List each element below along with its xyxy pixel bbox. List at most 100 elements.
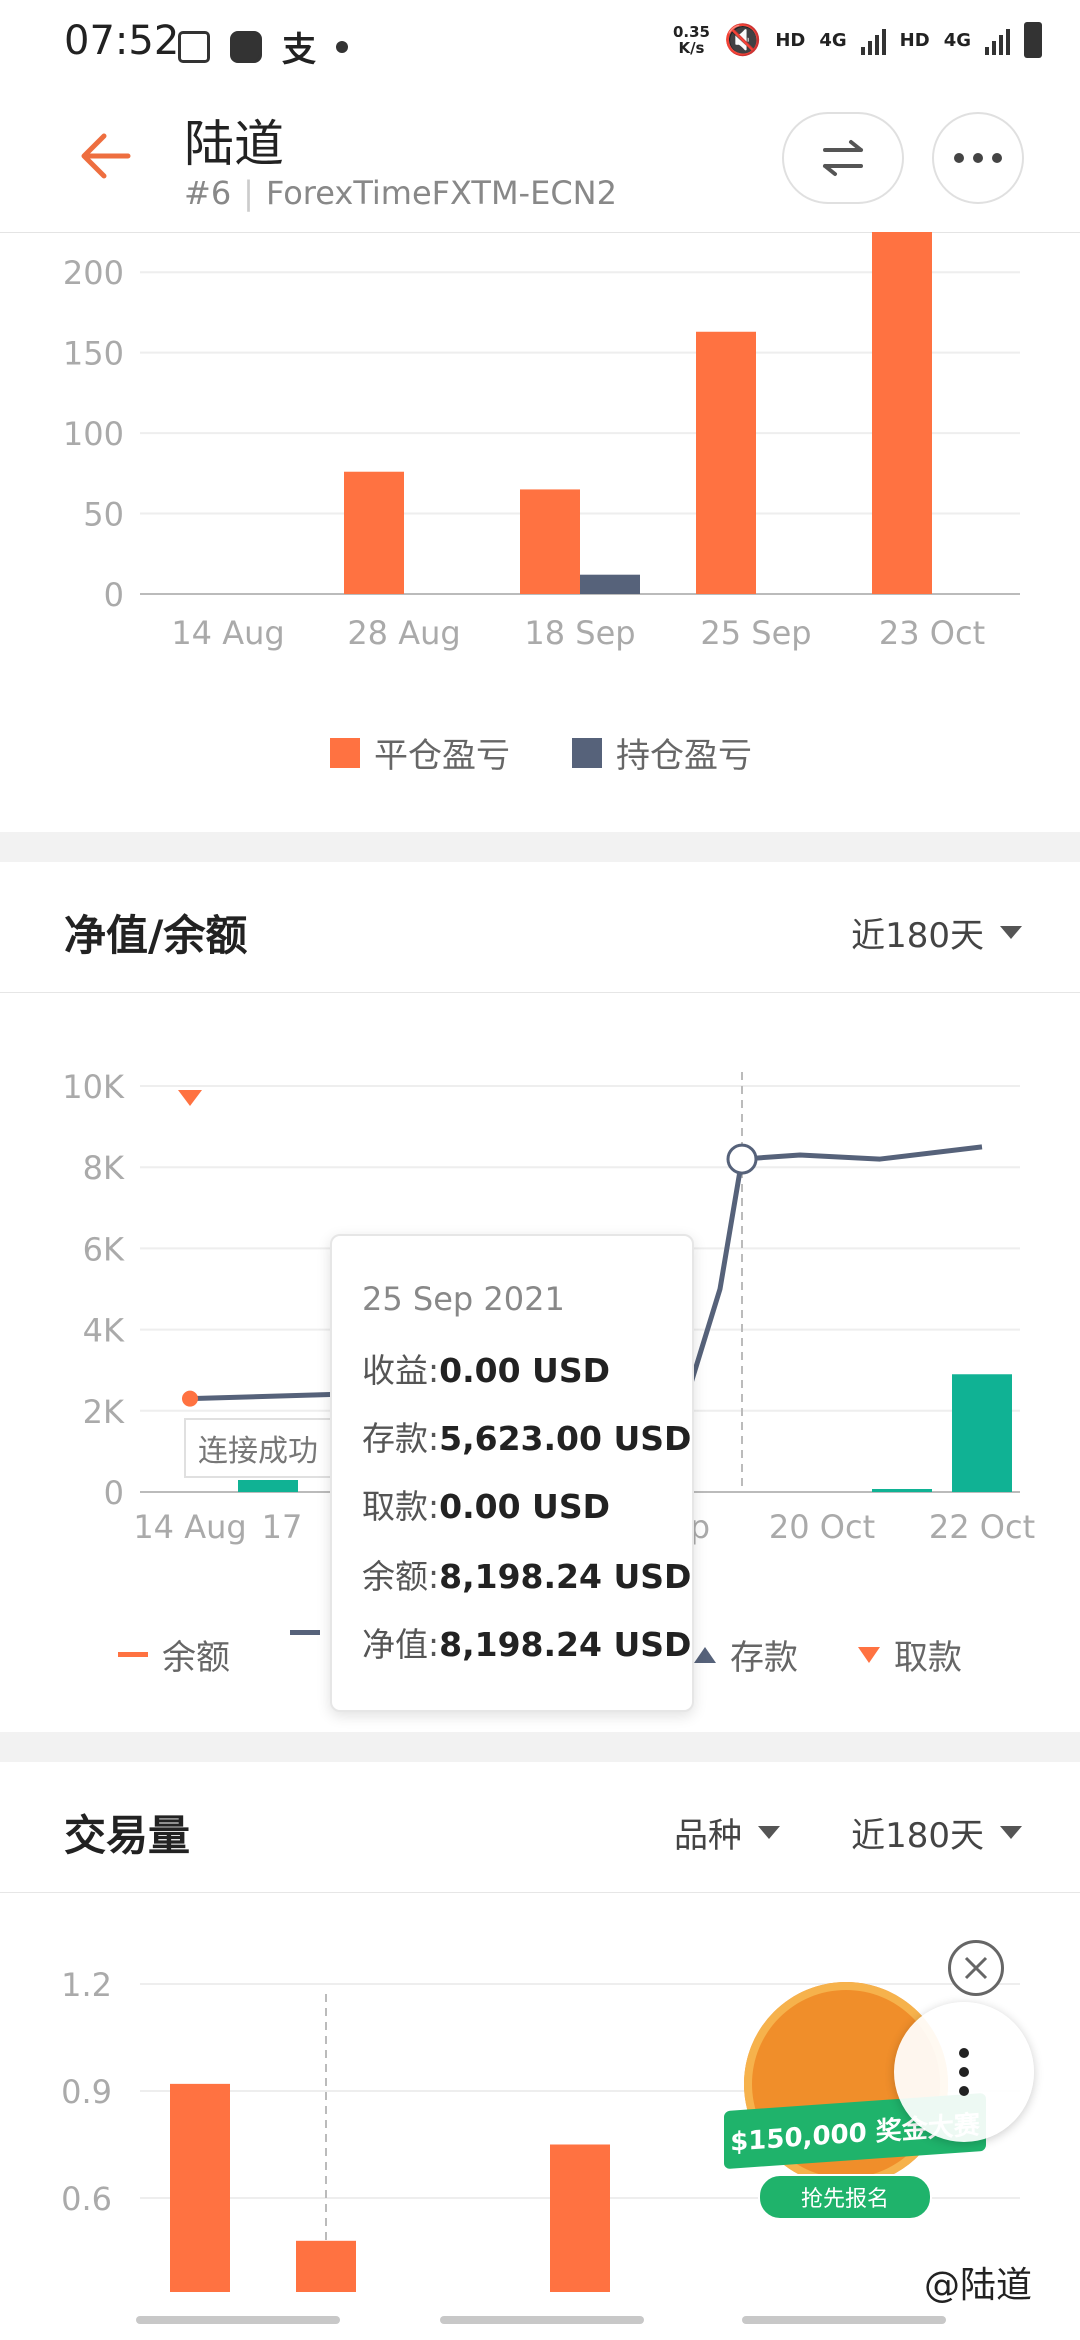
- x-tick-label: 14 Aug: [171, 614, 284, 652]
- closed-pnl-swatch: [330, 737, 360, 768]
- status-bar: 07:52 支 0.35 K/s 🔇 HD 4G HD 4G: [0, 0, 1080, 84]
- highlight-point: [726, 1143, 758, 1175]
- balance-swatch: [118, 1652, 148, 1657]
- nav-indicator: [742, 2316, 946, 2324]
- closed-pnl-bar: [696, 331, 756, 594]
- x-tick-label: 25 Sep: [700, 614, 811, 652]
- section-divider: [0, 832, 1080, 862]
- more-button[interactable]: [932, 112, 1024, 204]
- x-tick-label: 17: [262, 1508, 303, 1546]
- hd-label: HD: [775, 29, 806, 51]
- equity-title: 净值/余额: [64, 911, 248, 960]
- volume-bar: [170, 2083, 230, 2292]
- closed-pnl-bar: [872, 232, 932, 594]
- volume-range-dropdown[interactable]: 近180天: [851, 1808, 1022, 1857]
- signal-icon: [860, 25, 886, 55]
- signal-icon-2: [985, 25, 1010, 55]
- 4g-label-2: 4G: [943, 29, 971, 51]
- pnl-bar-chart: 0 50 100 150 200 14 Aug 28 Aug 18 Sep 25 Sep 23 O…: [63, 232, 1020, 652]
- hd-label-2: HD: [899, 29, 930, 51]
- page-title: 陆道: [184, 115, 284, 173]
- y-tick-label: 150: [63, 335, 124, 373]
- volume-bar: [296, 2240, 356, 2292]
- tooltip-label: 收益:: [362, 1351, 440, 1390]
- app-icon: [230, 30, 262, 63]
- y-tick-label: 0: [104, 576, 124, 614]
- closed-pnl-bar: [344, 471, 404, 594]
- section-divider: [0, 1732, 1080, 1762]
- y-tick-label: 6K: [83, 1230, 125, 1268]
- y-tick-label: 0.3: [61, 2287, 112, 2292]
- tooltip-row-profit: 收益:0.00 USD: [362, 1344, 610, 1392]
- tooltip-value: 5,623.00 USD: [439, 1419, 692, 1458]
- closed-pnl-label: 平仓盈亏: [374, 736, 510, 776]
- open-pnl-bar: [580, 574, 640, 594]
- deposit-label: 存款: [730, 1638, 798, 1678]
- chevron-down-icon: [1000, 1826, 1022, 1839]
- y-tick-label: 0.6: [61, 2180, 112, 2218]
- y-tick-label: 10K: [62, 1068, 125, 1106]
- nav-indicator: [136, 2316, 340, 2324]
- x-tick-label: 20 Oct: [769, 1508, 875, 1546]
- deposit-bar: [238, 1480, 298, 1492]
- equity-range-dropdown[interactable]: 近180天: [851, 908, 1022, 957]
- mute-icon: 🔇: [723, 22, 762, 58]
- equity-range-label: 近180天: [851, 916, 984, 956]
- y-tick-label: 2K: [83, 1393, 125, 1431]
- legend-balance[interactable]: 余额: [118, 1630, 230, 1679]
- app-header: 陆道 #6 | ForexTimeFXTM-ECN2: [0, 84, 1080, 233]
- floating-menu-button[interactable]: [894, 2002, 1034, 2142]
- tooltip-row-balance: 余额:8,198.24 USD: [362, 1550, 691, 1598]
- deposit-bar: [872, 1489, 932, 1492]
- back-arrow-icon: [81, 133, 131, 179]
- closed-pnl-bar: [520, 489, 580, 594]
- watermark: @陆道: [924, 2265, 1033, 2306]
- tooltip-label: 余额:: [362, 1557, 440, 1596]
- tooltip-value: 8,198.24 USD: [439, 1625, 692, 1664]
- y-tick-label: 0.9: [61, 2073, 112, 2111]
- tooltip-row-withdraw: 取款:0.00 USD: [362, 1480, 610, 1528]
- balance-label: 余额: [162, 1638, 230, 1678]
- gallery-icon: [178, 30, 210, 63]
- balance-point: [182, 1390, 198, 1407]
- back-button[interactable]: [78, 128, 134, 184]
- legend-open-pnl[interactable]: 持仓盈亏: [572, 728, 752, 777]
- withdraw-label: 取款: [894, 1638, 962, 1678]
- volume-title: 交易量: [64, 1811, 191, 1860]
- deposit-triangle-icon: [694, 1646, 716, 1663]
- account-subtitle: #6 | ForexTimeFXTM-ECN2: [184, 174, 617, 212]
- equity-swatch: [290, 1630, 320, 1635]
- tooltip-value: 0.00 USD: [439, 1487, 610, 1526]
- notification-icons: 支: [178, 22, 348, 71]
- broker-label: ForexTimeFXTM-ECN2: [265, 174, 617, 212]
- promo-signup-button[interactable]: 抢先报名: [758, 2174, 932, 2220]
- volume-section-header: 交易量 品种 近180天: [0, 1762, 1080, 1893]
- 4g-label: 4G: [819, 29, 847, 51]
- x-tick-label: 28 Aug: [347, 614, 460, 652]
- more-dot-icon: [336, 40, 348, 53]
- tooltip-value: 0.00 USD: [439, 1351, 610, 1390]
- symbol-filter-dropdown[interactable]: 品种: [674, 1808, 780, 1857]
- nav-indicator: [440, 2316, 644, 2324]
- legend-closed-pnl[interactable]: 平仓盈亏: [330, 728, 510, 777]
- chart-tooltip: 25 Sep 2021 收益:0.00 USD 存款:5,623.00 USD …: [330, 1234, 694, 1712]
- symbol-filter-label: 品种: [674, 1816, 742, 1856]
- more-dots-icon: [954, 153, 1002, 163]
- y-tick-label: 1.2: [61, 1966, 112, 2004]
- legend-deposit[interactable]: 存款: [694, 1630, 798, 1679]
- volume-bar: [550, 2144, 610, 2292]
- tooltip-row-deposit: 存款:5,623.00 USD: [362, 1412, 691, 1460]
- x-tick-label: 23 Oct: [879, 614, 985, 652]
- legend-equity[interactable]: [290, 1630, 320, 1635]
- system-icons: 0.35 K/s 🔇 HD 4G HD 4G: [673, 22, 1042, 58]
- battery-icon: [1024, 22, 1042, 58]
- chevron-down-icon: [1000, 926, 1022, 939]
- tooltip-date: 25 Sep 2021: [362, 1280, 565, 1318]
- tooltip-label: 净值:: [362, 1625, 440, 1664]
- withdraw-triangle-icon: [858, 1646, 880, 1663]
- equity-section-header: 净值/余额 近180天: [0, 862, 1080, 993]
- switch-button[interactable]: [782, 112, 904, 204]
- x-tick-label: 14 Aug: [133, 1508, 246, 1546]
- legend-withdraw[interactable]: 取款: [858, 1630, 962, 1679]
- x-tick-label: 18 Sep: [524, 614, 635, 652]
